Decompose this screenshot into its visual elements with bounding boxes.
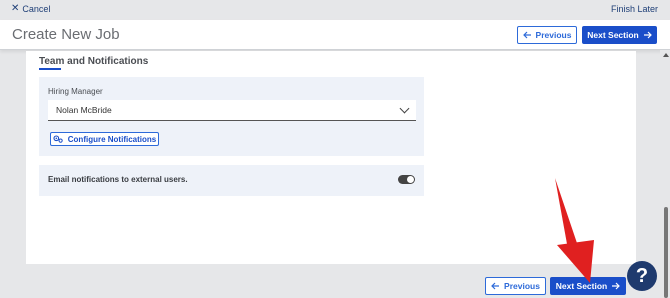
gear-icon [53,135,63,143]
scrollbar-thumb[interactable] [664,207,668,298]
page-header: Create New Job Previous Next Section [0,20,670,50]
cancel-link[interactable]: ✕ Cancel [11,3,51,15]
arrow-left-icon [522,31,531,39]
header-previous-button[interactable]: Previous [517,26,577,44]
email-notifications-label: Email notifications to external users. [48,175,188,184]
footer-previous-button[interactable]: Previous [485,277,546,295]
header-next-section-button[interactable]: Next Section [582,26,657,44]
finish-later-link[interactable]: Finish Later [611,4,658,14]
footer-previous-label: Previous [504,281,540,291]
footer-next-label: Next Section [555,281,608,291]
top-strip: ✕ Cancel Finish Later [0,0,670,20]
header-next-label: Next Section [587,30,639,40]
scroll-up-icon[interactable] [663,53,669,57]
hiring-manager-value: Nolan McBride [56,105,112,115]
section-title-underline [39,68,61,70]
configure-notifications-label: Configure Notifications [67,134,157,144]
help-label: ? [635,264,649,287]
arrow-left-icon [491,282,500,290]
cancel-label: Cancel [22,4,51,14]
arrow-right-icon [612,282,621,290]
footer-next-section-button[interactable]: Next Section [550,277,626,295]
toggle-knob [407,176,414,183]
hiring-manager-panel: Hiring Manager Nolan McBride Configure N… [39,77,424,156]
arrow-right-icon [643,31,652,39]
help-button[interactable]: ? [627,261,657,291]
page-footer: Previous Next Section [26,264,636,298]
page-title: Create New Job [12,26,120,43]
hiring-manager-label: Hiring Manager [48,87,103,96]
email-notifications-toggle[interactable] [398,175,415,184]
hiring-manager-select[interactable]: Nolan McBride [48,100,416,121]
configure-notifications-button[interactable]: Configure Notifications [50,132,159,146]
close-icon: ✕ [11,3,20,14]
form-card: Team and Notifications Hiring Manager No… [26,51,636,264]
header-previous-label: Previous [535,30,572,40]
email-notifications-panel: Email notifications to external users. [39,165,424,196]
chevron-down-icon [399,103,410,113]
section-title: Team and Notifications [39,56,149,67]
